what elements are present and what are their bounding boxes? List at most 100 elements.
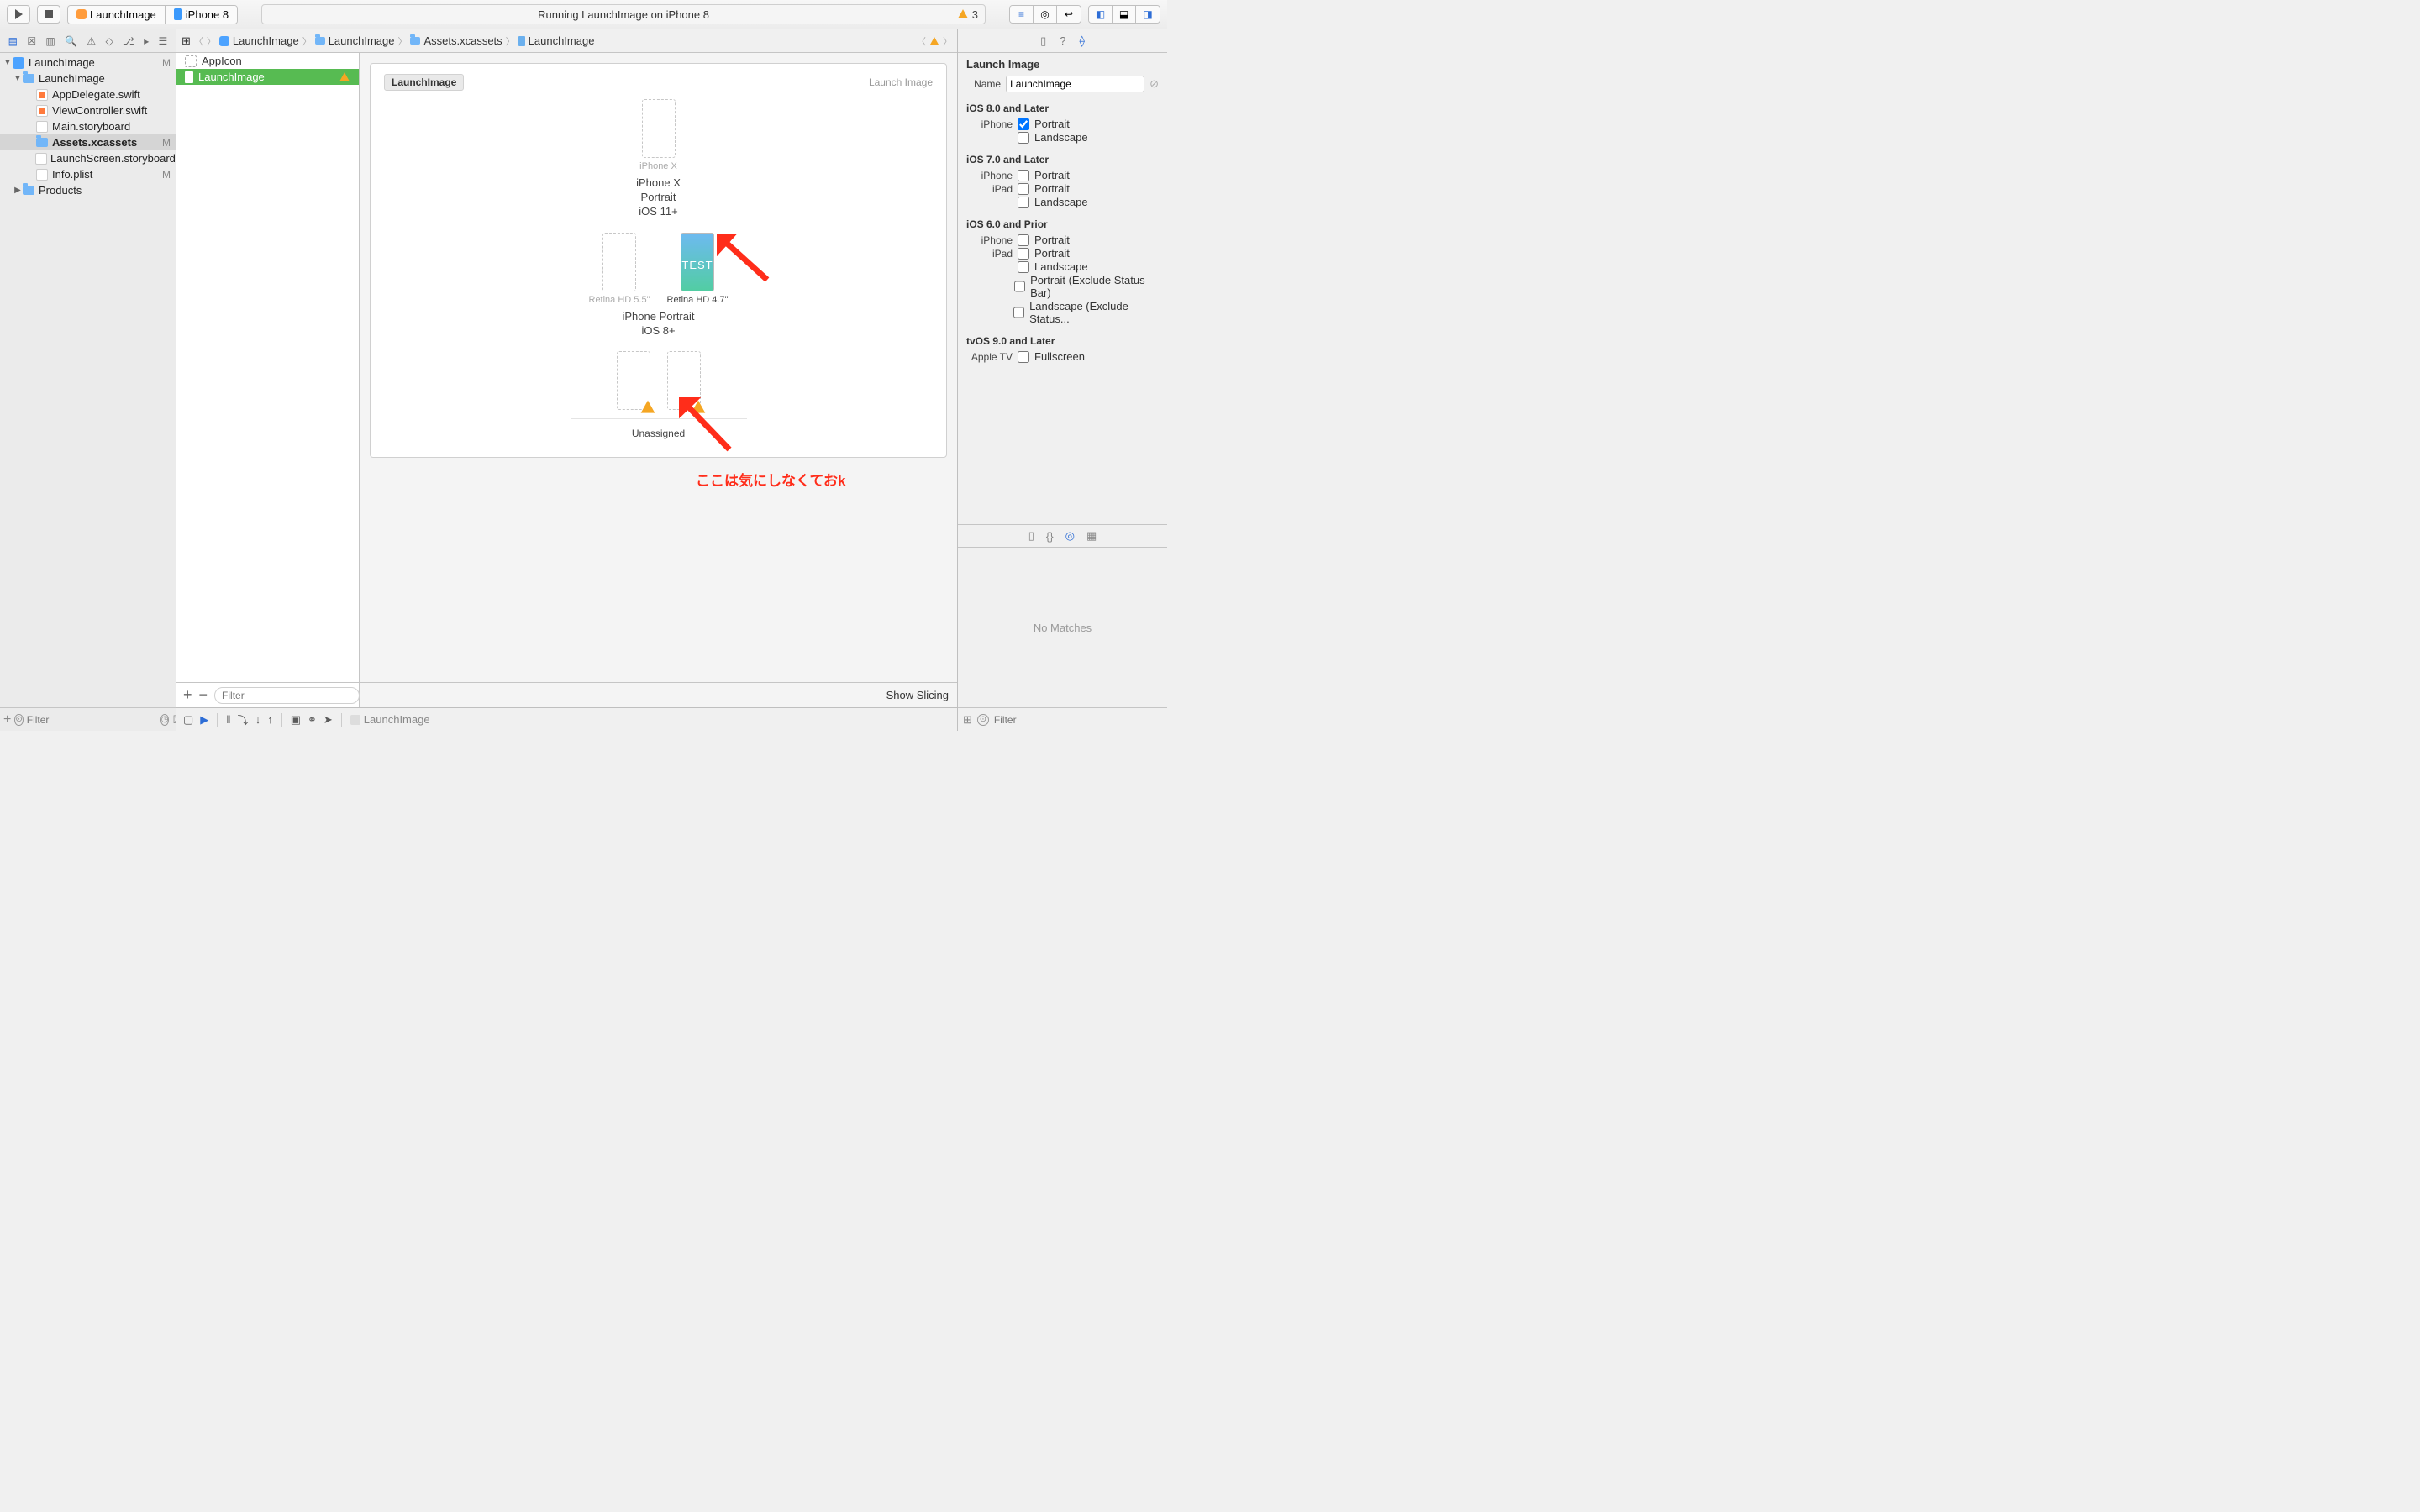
- clear-icon[interactable]: ⊘: [1150, 77, 1159, 91]
- editor-mode-segmented[interactable]: ≡ ◎ ↩: [1009, 5, 1081, 24]
- library-filter-input[interactable]: [994, 714, 1162, 726]
- assistant-editor-icon[interactable]: ◎: [1034, 6, 1057, 23]
- swift-icon: [36, 105, 48, 117]
- add-asset-button[interactable]: +: [183, 686, 192, 704]
- folder-icon: [23, 74, 34, 83]
- left-panel-icon[interactable]: ◧: [1089, 6, 1113, 23]
- editor-area: ⊞ 〈 〉 LaunchImage〉 LaunchImage〉 Assets.x…: [176, 29, 957, 731]
- slot-unassigned-1[interactable]: [617, 351, 650, 410]
- checkbox-tvos-fullscreen[interactable]: [1018, 351, 1029, 363]
- name-field-input[interactable]: [1006, 76, 1144, 92]
- launchimage-icon: [185, 71, 193, 83]
- debug-navigator-icon[interactable]: ⎇: [123, 35, 134, 47]
- panel-toggle-segmented[interactable]: ◧ ⬓ ◨: [1088, 5, 1160, 24]
- checkbox-ios6-iphone-portrait[interactable]: [1018, 234, 1029, 246]
- issue-navigator-icon[interactable]: ⚠: [87, 35, 96, 47]
- run-button[interactable]: [7, 5, 30, 24]
- project-navigator-icon[interactable]: ▤: [8, 35, 18, 47]
- stop-button[interactable]: [37, 5, 60, 24]
- checkbox-ios7-iphone-portrait[interactable]: [1018, 170, 1029, 181]
- filter-icon[interactable]: ⊙: [977, 714, 989, 726]
- checkbox-ios8-iphone-portrait[interactable]: [1018, 118, 1029, 130]
- back-button[interactable]: 〈: [194, 34, 203, 48]
- forward-button[interactable]: 〉: [207, 34, 216, 48]
- outline-filter-input[interactable]: [214, 687, 360, 704]
- checkbox-ios8-iphone-landscape[interactable]: [1018, 132, 1029, 144]
- jump-bar[interactable]: ⊞ 〈 〉 LaunchImage〉 LaunchImage〉 Assets.x…: [176, 29, 957, 53]
- library-body: No Matches: [958, 548, 1167, 707]
- test-image: TEST: [681, 233, 714, 291]
- object-library-icon[interactable]: ◎: [1065, 529, 1075, 543]
- show-slicing-button[interactable]: Show Slicing: [886, 689, 949, 701]
- plist-icon: [36, 169, 48, 181]
- scheme-selector[interactable]: LaunchImage iPhone 8: [67, 5, 238, 24]
- tree-file-row[interactable]: ViewController.swift: [0, 102, 176, 118]
- navigator-tabs[interactable]: ▤ ☒ ▥ 🔍 ⚠ ◇ ⎇ ▸ ☰: [0, 29, 176, 53]
- navigator-filter-input[interactable]: [27, 714, 157, 726]
- right-panel-icon[interactable]: ◨: [1136, 6, 1160, 23]
- checkbox-ios6-portrait-excl[interactable]: [1014, 281, 1025, 292]
- step-over-icon[interactable]: ⤵: [238, 711, 249, 727]
- next-issue-button[interactable]: 〉: [943, 34, 952, 48]
- inspector-tabs[interactable]: ▯ ? ⟠: [958, 29, 1167, 53]
- checkbox-ios6-landscape[interactable]: [1018, 261, 1029, 273]
- source-control-icon[interactable]: ☒: [27, 35, 36, 47]
- section-tvos: tvOS 9.0 and Later Apple TVFullscreen: [966, 335, 1159, 363]
- quick-help-icon[interactable]: ?: [1060, 34, 1065, 47]
- inspector: ▯ ? ⟠ Launch Image Name ⊘ iOS 8.0 and La…: [957, 29, 1167, 731]
- tree-file-row[interactable]: LaunchScreen.storyboard: [0, 150, 176, 166]
- attributes-inspector-icon[interactable]: ⟠: [1079, 34, 1084, 48]
- tree-group-row[interactable]: ▼ LaunchImage: [0, 71, 176, 87]
- tree-products-row[interactable]: ▶Products: [0, 182, 176, 198]
- code-snippet-icon[interactable]: {}: [1046, 530, 1054, 543]
- checkbox-ios7-ipad-portrait[interactable]: [1018, 183, 1029, 195]
- checkbox-ios6-landscape-excl[interactable]: [1013, 307, 1024, 318]
- prev-issue-button[interactable]: 〈: [917, 34, 926, 48]
- remove-asset-button[interactable]: −: [199, 686, 208, 704]
- location-icon[interactable]: ➤: [324, 713, 333, 727]
- checkbox-ios7-landscape[interactable]: [1018, 197, 1029, 208]
- view-debug-icon[interactable]: ▣: [291, 713, 301, 727]
- tree-file-row[interactable]: Info.plistM: [0, 166, 176, 182]
- asset-canvas: LaunchImage Launch Image iPhone X iPhone…: [360, 53, 957, 707]
- hide-debug-icon[interactable]: ▢: [183, 713, 193, 727]
- slot-iphone-x[interactable]: iPhone X: [639, 99, 677, 171]
- test-navigator-icon[interactable]: ◇: [105, 35, 113, 47]
- breakpoints-icon[interactable]: ▶: [200, 713, 208, 727]
- asset-outline: AppIcon LaunchImage + −: [176, 53, 360, 707]
- slot-retina-55[interactable]: Retina HD 5.5": [589, 233, 650, 305]
- step-into-icon[interactable]: ↓: [255, 713, 261, 726]
- related-items-icon[interactable]: ⊞: [182, 34, 191, 48]
- tree-file-row-assets[interactable]: Assets.xcassetsM: [0, 134, 176, 150]
- tree-file-row[interactable]: AppDelegate.swift: [0, 87, 176, 102]
- warnings-indicator[interactable]: 3: [957, 8, 978, 21]
- file-template-icon[interactable]: ▯: [1028, 529, 1034, 543]
- add-button[interactable]: +: [3, 712, 11, 727]
- outline-appicon[interactable]: AppIcon: [176, 53, 359, 69]
- recent-filter-icon[interactable]: ◷: [160, 714, 170, 726]
- library-filter-bar: ⊞ ⊙: [958, 707, 1167, 731]
- warning-icon: [339, 71, 350, 83]
- media-library-icon[interactable]: ▦: [1086, 529, 1097, 543]
- memory-graph-icon[interactable]: ⚭: [308, 713, 317, 727]
- file-inspector-icon[interactable]: ▯: [1040, 34, 1046, 48]
- report-navigator-icon[interactable]: ☰: [159, 35, 168, 47]
- pause-icon[interactable]: ‖: [226, 713, 230, 726]
- outline-launchimage[interactable]: LaunchImage: [176, 69, 359, 85]
- version-editor-icon[interactable]: ↩: [1057, 6, 1081, 23]
- grid-view-icon[interactable]: ⊞: [963, 713, 972, 727]
- folder-icon: [315, 37, 325, 45]
- standard-editor-icon[interactable]: ≡: [1010, 6, 1034, 23]
- checkbox-ios6-ipad-portrait[interactable]: [1018, 248, 1029, 260]
- project-tree[interactable]: ▼ LaunchImage M ▼ LaunchImage AppDelegat…: [0, 53, 176, 707]
- bottom-panel-icon[interactable]: ⬓: [1113, 6, 1136, 23]
- breakpoint-navigator-icon[interactable]: ▸: [144, 35, 149, 47]
- storyboard-icon: [35, 153, 47, 165]
- tree-file-row[interactable]: Main.storyboard: [0, 118, 176, 134]
- find-navigator-icon[interactable]: 🔍: [65, 35, 77, 47]
- step-out-icon[interactable]: ↑: [267, 713, 273, 726]
- tree-project-row[interactable]: ▼ LaunchImage M: [0, 55, 176, 71]
- library-tabs[interactable]: ▯ {} ◎ ▦: [958, 524, 1167, 548]
- symbol-navigator-icon[interactable]: ▥: [45, 35, 55, 47]
- filter-scope-icon[interactable]: ⊙: [14, 714, 23, 726]
